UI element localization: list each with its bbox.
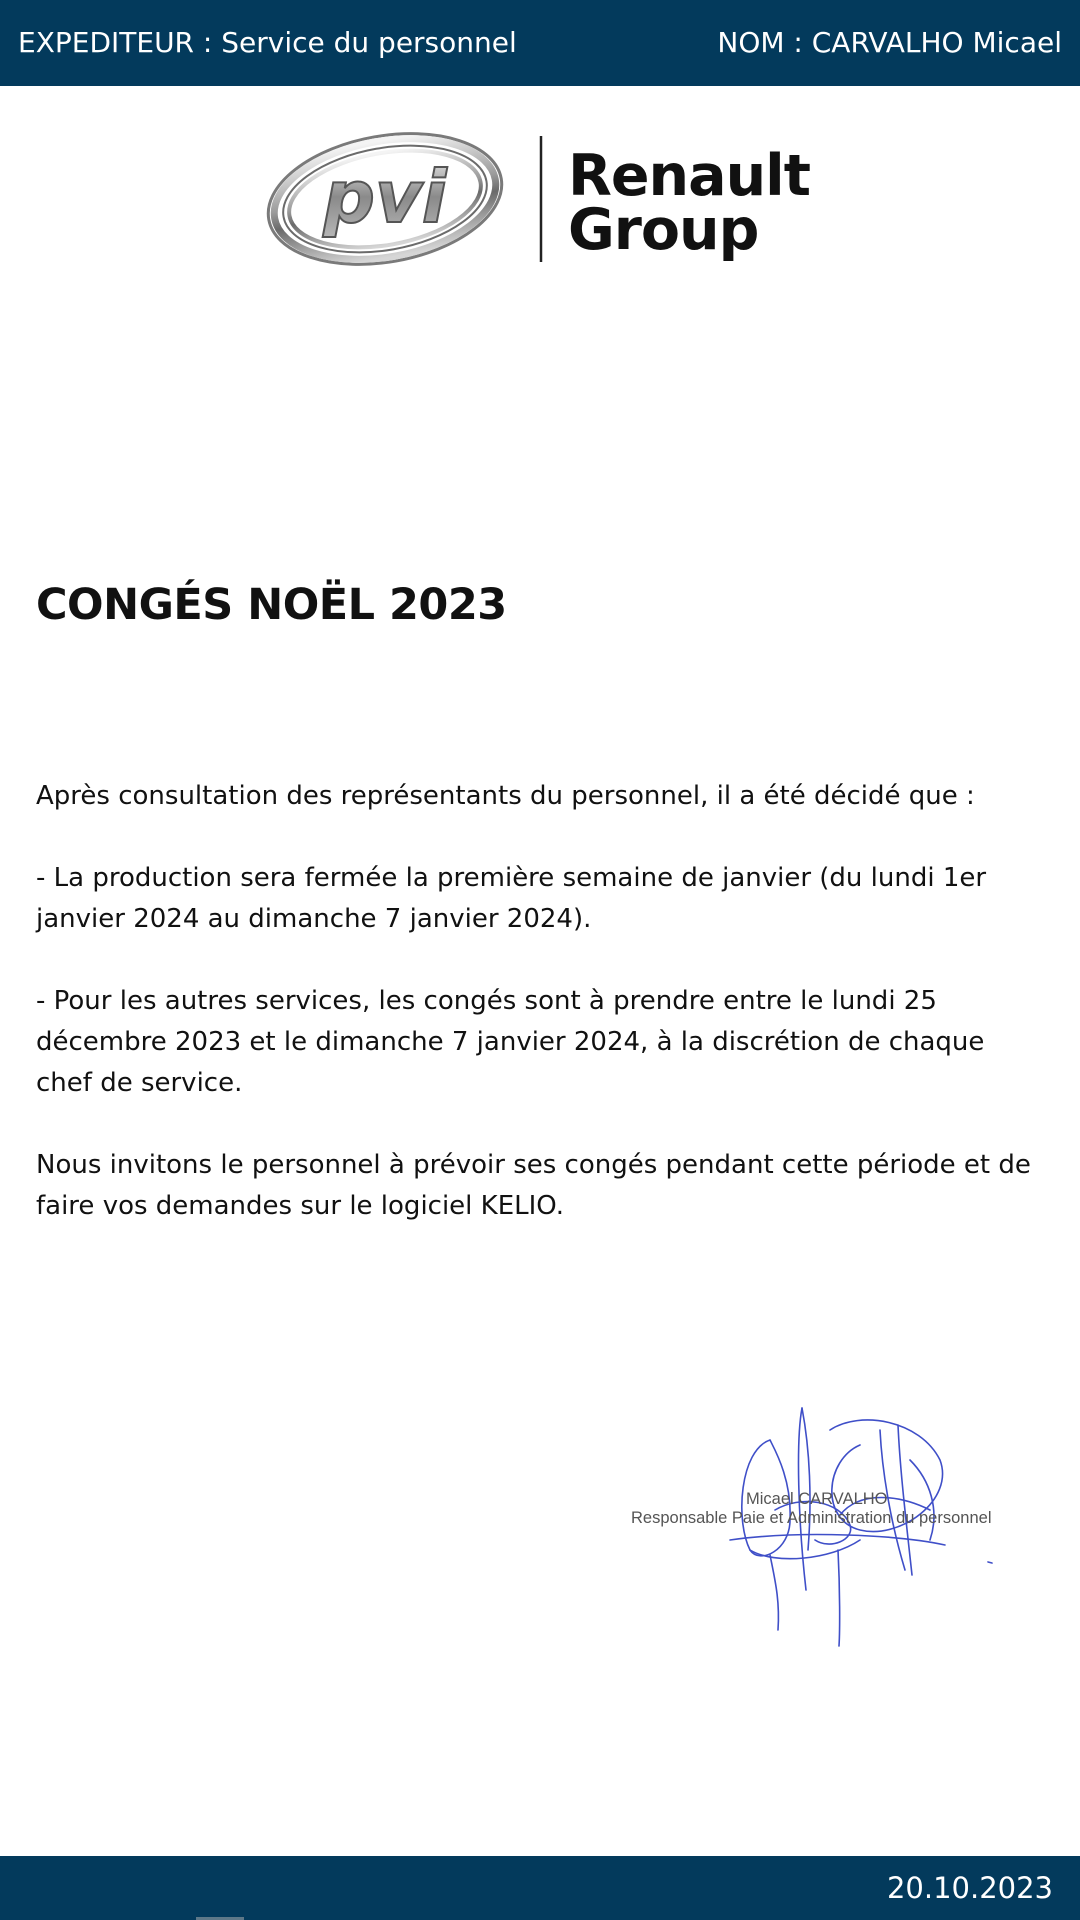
intro-paragraph: Après consultation des représentants du … [36, 781, 975, 811]
production-paragraph: - La production sera fermée la première … [36, 863, 987, 934]
recipient-label: NOM : CARVALHO Micael [717, 26, 1062, 59]
emblem-lettering: pvi [322, 155, 447, 239]
signature-block: # signature tail Micael CARVALHO Respons… [600, 1400, 1040, 1660]
footer-bar: 20.10.2023 [0, 1856, 1080, 1920]
company-logo: pvi Renault Group [262, 126, 812, 272]
signer-role: Responsable Paie et Administration du pe… [631, 1509, 992, 1527]
letter-page: EXPEDITEUR : Service du personnel NOM : … [0, 0, 1080, 1920]
sender-label: EXPEDITEUR : Service du personnel [18, 26, 517, 59]
brand-name-line-2: Group [568, 197, 759, 263]
signer-name: Micael CARVALHO [746, 1490, 888, 1508]
document-title: CONGÉS NOËL 2023 [36, 580, 507, 630]
handwritten-signature: # signature tail [729, 1407, 993, 1647]
services-paragraph: - Pour les autres services, les congés s… [36, 986, 985, 1098]
header-bar: EXPEDITEUR : Service du personnel NOM : … [0, 0, 1080, 86]
closing-paragraph: Nous invitons le personnel à prévoir ses… [36, 1150, 1031, 1221]
document-date: 20.10.2023 [886, 1871, 1053, 1905]
